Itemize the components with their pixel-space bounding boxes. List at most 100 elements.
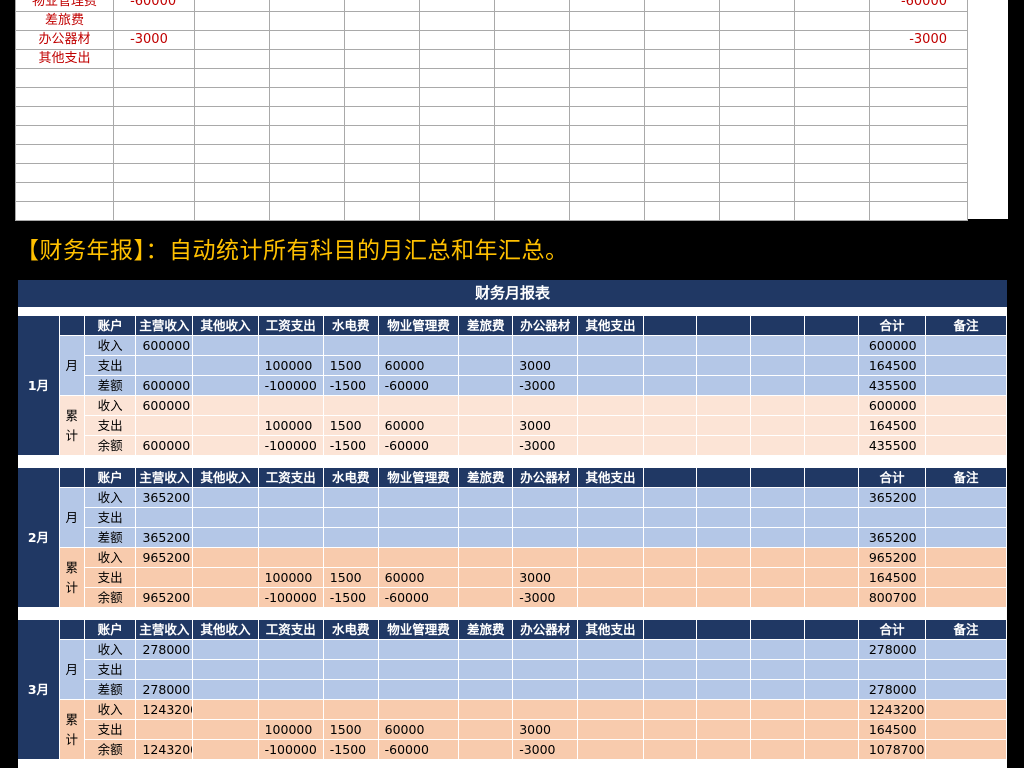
sheet-cell[interactable]	[113, 87, 195, 107]
data-cell[interactable]	[696, 739, 752, 760]
sheet-cell[interactable]	[718, 106, 795, 126]
sheet-cell[interactable]	[268, 182, 345, 202]
cell-salary[interactable]	[258, 547, 324, 568]
sheet-cell[interactable]	[113, 163, 195, 183]
top-sheet-total[interactable]	[868, 11, 969, 31]
cell-salary[interactable]: -100000	[258, 739, 324, 760]
sheet-cell[interactable]	[793, 106, 870, 126]
cell-office[interactable]: 3000	[512, 719, 579, 740]
sheet-cell[interactable]	[718, 125, 795, 145]
sheet-cell[interactable]	[268, 163, 345, 183]
data-cell[interactable]	[750, 355, 806, 376]
cell-total[interactable]: 164500	[858, 567, 927, 588]
data-cell[interactable]	[192, 567, 259, 588]
data-cell[interactable]	[804, 659, 859, 680]
cell-office[interactable]	[512, 487, 579, 508]
sheet-cell[interactable]	[418, 163, 495, 183]
cell-property[interactable]	[378, 659, 460, 680]
cell-water[interactable]	[323, 487, 379, 508]
cell-property[interactable]: -60000	[378, 435, 460, 456]
sheet-cell[interactable]	[113, 182, 195, 202]
data-cell[interactable]	[577, 335, 644, 356]
cell-total[interactable]: 800700	[858, 587, 927, 608]
data-cell[interactable]	[192, 679, 259, 700]
data-cell[interactable]	[750, 487, 806, 508]
cell-total[interactable]	[858, 659, 927, 680]
data-cell[interactable]	[696, 719, 752, 740]
cell-property[interactable]	[378, 395, 460, 416]
data-cell[interactable]	[804, 375, 859, 396]
data-cell[interactable]	[458, 587, 514, 608]
cell-office[interactable]	[512, 507, 579, 528]
data-cell[interactable]	[696, 395, 752, 416]
sheet-cell[interactable]	[568, 144, 645, 164]
sheet-cell[interactable]	[113, 68, 195, 88]
cell-total[interactable]: 164500	[858, 719, 927, 740]
cell-total[interactable]: 965200	[858, 547, 927, 568]
cell-total[interactable]: 365200	[858, 527, 927, 548]
cell-main[interactable]	[135, 507, 194, 528]
sheet-cell[interactable]	[493, 68, 570, 88]
cell-total[interactable]: 278000	[858, 679, 927, 700]
cell-property[interactable]: -60000	[378, 587, 460, 608]
cell-office[interactable]	[512, 699, 579, 720]
data-cell[interactable]	[458, 527, 514, 548]
sheet-cell[interactable]	[193, 144, 270, 164]
data-cell[interactable]	[804, 547, 859, 568]
data-cell[interactable]	[750, 699, 806, 720]
cell-property[interactable]	[378, 487, 460, 508]
data-cell[interactable]	[577, 699, 644, 720]
data-cell[interactable]	[925, 659, 1007, 680]
data-cell[interactable]	[750, 587, 806, 608]
sheet-cell[interactable]	[113, 106, 195, 126]
data-cell[interactable]	[696, 335, 752, 356]
sheet-cell[interactable]	[568, 125, 645, 145]
sheet-cell[interactable]	[643, 201, 720, 221]
sheet-cell[interactable]	[193, 182, 270, 202]
data-cell[interactable]	[192, 527, 259, 548]
sheet-cell[interactable]	[14, 163, 115, 183]
cell-main[interactable]	[135, 567, 194, 588]
cell-salary[interactable]	[258, 527, 324, 548]
cell-property[interactable]	[378, 547, 460, 568]
sheet-cell[interactable]	[343, 144, 420, 164]
sheet-cell[interactable]	[643, 87, 720, 107]
cell-main[interactable]: 600000	[135, 435, 194, 456]
cell-office[interactable]: 3000	[512, 355, 579, 376]
top-sheet-value[interactable]	[113, 11, 195, 31]
cell-property[interactable]: 60000	[378, 355, 460, 376]
data-cell[interactable]	[577, 415, 644, 436]
sheet-cell[interactable]	[643, 125, 720, 145]
data-cell[interactable]	[925, 375, 1007, 396]
sheet-cell[interactable]	[493, 87, 570, 107]
cell-main[interactable]: 965200	[135, 587, 194, 608]
cell-salary[interactable]: 100000	[258, 719, 324, 740]
data-cell[interactable]	[577, 395, 644, 416]
sheet-cell[interactable]	[868, 68, 969, 88]
data-cell[interactable]	[696, 527, 752, 548]
top-sheet-value[interactable]: -60000	[113, 0, 195, 12]
data-cell[interactable]	[750, 415, 806, 436]
data-cell[interactable]	[192, 375, 259, 396]
data-cell[interactable]	[925, 699, 1007, 720]
data-cell[interactable]	[804, 679, 859, 700]
data-cell[interactable]	[696, 659, 752, 680]
sheet-cell[interactable]	[643, 144, 720, 164]
data-cell[interactable]	[577, 547, 644, 568]
data-cell[interactable]	[804, 395, 859, 416]
cell-total[interactable]: 164500	[858, 415, 927, 436]
cell-total[interactable]: 164500	[858, 355, 927, 376]
sheet-cell[interactable]	[343, 163, 420, 183]
data-cell[interactable]	[804, 335, 859, 356]
data-cell[interactable]	[925, 527, 1007, 548]
cell-salary[interactable]	[258, 659, 324, 680]
sheet-cell[interactable]	[493, 182, 570, 202]
data-cell[interactable]	[577, 487, 644, 508]
cell-salary[interactable]	[258, 699, 324, 720]
data-cell[interactable]	[804, 435, 859, 456]
top-sheet-total[interactable]	[868, 49, 969, 69]
data-cell[interactable]	[696, 355, 752, 376]
cell-water[interactable]	[323, 679, 379, 700]
sheet-cell[interactable]	[14, 87, 115, 107]
sheet-cell[interactable]	[343, 201, 420, 221]
